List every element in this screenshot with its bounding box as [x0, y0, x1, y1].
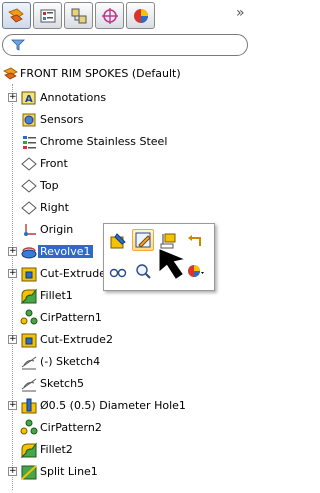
- tree-item-label: Revolve1: [38, 245, 93, 258]
- configurationmanager-tab[interactable]: [64, 2, 93, 29]
- pointer-arrow-icon: [159, 249, 184, 279]
- tree-root[interactable]: FRONT RIM SPOKES (Default): [0, 64, 253, 84]
- display-manager-tab[interactable]: [126, 2, 155, 29]
- tree-item-label: Ø0.5 (0.5) Diameter Hole1: [40, 399, 186, 412]
- tree-item-label: Sketch5: [40, 377, 85, 390]
- tree-item-label: Sensors: [40, 113, 84, 126]
- plane-icon: [21, 157, 37, 171]
- propertymanager-tab[interactable]: [33, 2, 62, 29]
- tree-item-label: Right: [40, 201, 69, 214]
- expand-toggle[interactable]: +: [8, 335, 17, 344]
- sketch-icon: [21, 356, 37, 370]
- fillet-icon: [20, 288, 38, 305]
- circular-pattern-icon: [20, 309, 38, 325]
- tree-item-label: Origin: [40, 223, 74, 236]
- zoom-selection-icon: [136, 264, 151, 279]
- glasses-button[interactable]: [107, 260, 129, 282]
- plane-icon: [21, 201, 37, 215]
- glasses-icon: [109, 268, 127, 278]
- propertymanager-icon: [40, 9, 55, 22]
- edit-feature-button[interactable]: [107, 230, 129, 252]
- tree-item-top-plane[interactable]: Top: [0, 176, 253, 196]
- featuremanager-icon: [7, 8, 24, 22]
- expand-toggle[interactable]: +: [8, 467, 17, 476]
- tree-item-label: Split Line1: [40, 465, 98, 478]
- dimxpert-icon: [101, 7, 118, 24]
- tree-item-sensors[interactable]: Sensors: [0, 110, 253, 130]
- expand-toggle[interactable]: +: [8, 247, 17, 256]
- tree-item-label: Cut-Extrude1: [40, 267, 113, 280]
- display-manager-icon: [133, 8, 148, 23]
- origin-icon: [24, 224, 36, 236]
- tree-item-label: Annotations: [40, 91, 107, 104]
- filter-icon: [11, 39, 25, 51]
- tree-item-label: Front: [40, 157, 68, 170]
- expand-toggle[interactable]: +: [8, 93, 17, 102]
- circular-pattern-icon: [20, 419, 38, 435]
- tree-item-label: Fillet2: [40, 443, 73, 456]
- sketch-icon: [21, 378, 37, 392]
- cut-extrude-icon: [21, 267, 37, 282]
- tree-item-label: Fillet1: [40, 289, 73, 302]
- tree-item-right-plane[interactable]: Right: [0, 198, 253, 218]
- tree-item-material[interactable]: Chrome Stainless Steel: [0, 132, 253, 152]
- zoom-selection-button[interactable]: [132, 260, 154, 282]
- annotations-icon: A: [21, 91, 36, 105]
- sensors-icon: [22, 113, 36, 127]
- tree-item-sketch4[interactable]: (-) Sketch4: [0, 352, 253, 372]
- tree-item-label: Chrome Stainless Steel: [40, 135, 168, 148]
- tree-item-label: Top: [40, 179, 59, 192]
- tree-item-cirpattern2[interactable]: CirPattern2: [0, 418, 253, 438]
- tree-item-label: CirPattern2: [40, 421, 102, 434]
- tree-item-diameter-hole1[interactable]: + Ø0.5 (0.5) Diameter Hole1: [0, 396, 253, 416]
- expand-toggle[interactable]: +: [8, 401, 17, 410]
- tree-item-sketch5[interactable]: Sketch5: [0, 374, 253, 394]
- tree-item-fillet2[interactable]: Fillet2: [0, 440, 253, 460]
- revolve-icon: [21, 247, 37, 259]
- split-line-icon: [21, 465, 37, 480]
- configurationmanager-icon: [71, 8, 86, 23]
- edit-sketch-icon: [135, 232, 151, 248]
- tree-item-front-plane[interactable]: Front: [0, 154, 253, 174]
- tree-item-label: Cut-Extrude2: [40, 333, 113, 346]
- tree-item-cirpattern1[interactable]: CirPattern1: [0, 308, 253, 328]
- material-icon: [23, 136, 36, 149]
- plane-icon: [21, 179, 37, 193]
- tree-root-label: FRONT RIM SPOKES (Default): [20, 67, 181, 80]
- tree-filter-input[interactable]: [2, 34, 248, 56]
- edit-sketch-button[interactable]: [132, 229, 154, 251]
- expand-toggle[interactable]: +: [8, 269, 17, 278]
- edit-feature-icon: [110, 233, 126, 249]
- manager-tab-bar: »: [0, 0, 253, 36]
- tree-item-split-line1[interactable]: + Split Line1: [0, 462, 253, 482]
- cut-extrude-icon: [21, 333, 37, 348]
- tree-item-label: (-) Sketch4: [40, 355, 101, 368]
- fillet-icon: [20, 442, 38, 459]
- more-tabs-button[interactable]: »: [236, 5, 245, 21]
- tree-item-cut-extrude2[interactable]: + Cut-Extrude2: [0, 330, 253, 350]
- hole-icon: [21, 398, 37, 414]
- tree-item-label: CirPattern1: [40, 311, 102, 324]
- svg-text:A: A: [25, 94, 33, 105]
- featuremanager-tab[interactable]: [2, 2, 31, 29]
- tree-item-annotations[interactable]: + A Annotations: [0, 88, 253, 108]
- dimxpert-tab[interactable]: [95, 2, 124, 29]
- part-icon: [3, 67, 18, 80]
